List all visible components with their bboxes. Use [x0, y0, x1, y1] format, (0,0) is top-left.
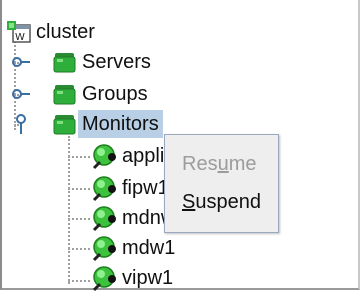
menu-item-resume[interactable]: Resume [165, 149, 278, 179]
tree-connector [68, 248, 90, 250]
expand-toggle-servers[interactable] [10, 51, 32, 73]
tree-connector [68, 280, 90, 282]
expanded-key-icon [16, 114, 26, 134]
expand-toggle-monitors[interactable] [10, 113, 32, 135]
menu-mnemonic: S [182, 191, 196, 213]
monitor-ok-icon [90, 142, 118, 170]
tree-item-monitors[interactable]: Monitors [52, 108, 163, 140]
tree-root-label: cluster [36, 21, 95, 43]
monitor-label: appli [122, 145, 165, 167]
tree-connector [68, 218, 90, 220]
tree-item-label: Groups [82, 83, 148, 105]
menu-item-label: Res [182, 153, 218, 175]
cluster-icon: W [6, 19, 32, 45]
monitor-item[interactable]: mdw1 [90, 232, 179, 264]
menu-item-label: uspend [195, 191, 261, 213]
folder-icon [52, 81, 78, 107]
monitor-ok-icon [90, 204, 118, 232]
monitor-item[interactable]: vipw1 [90, 262, 177, 294]
monitor-ok-icon [90, 264, 118, 292]
tree-connector [68, 188, 90, 190]
folder-icon [52, 49, 78, 75]
tree-item-label: Servers [82, 51, 151, 73]
svg-text:W: W [15, 32, 25, 43]
monitor-item[interactable]: appli [90, 140, 168, 172]
monitor-ok-icon [90, 174, 118, 202]
menu-mnemonic: u [217, 153, 229, 175]
tree-root[interactable]: W cluster [6, 16, 99, 48]
context-menu: Resume Suspend [164, 134, 279, 233]
tree-connector [68, 136, 70, 284]
folder-icon [52, 111, 78, 137]
collapsed-key-icon [12, 57, 30, 67]
tree-item-label-selected: Monitors [78, 110, 163, 138]
monitor-ok-icon [90, 234, 118, 262]
tree-item-servers[interactable]: Servers [52, 46, 155, 78]
tree-item-groups[interactable]: Groups [52, 78, 152, 110]
menu-item-suspend[interactable]: Suspend [165, 187, 278, 217]
monitor-item[interactable]: fipw1 [90, 172, 173, 204]
monitor-label: mdw1 [122, 237, 176, 259]
monitor-label: vipw1 [122, 267, 174, 289]
menu-item-label: me [228, 153, 257, 175]
tree-connector [68, 156, 90, 158]
expand-toggle-groups[interactable] [10, 83, 32, 105]
tree-panel: W cluster Servers Groups Monitors appli … [0, 0, 360, 292]
collapsed-key-icon [12, 89, 30, 99]
